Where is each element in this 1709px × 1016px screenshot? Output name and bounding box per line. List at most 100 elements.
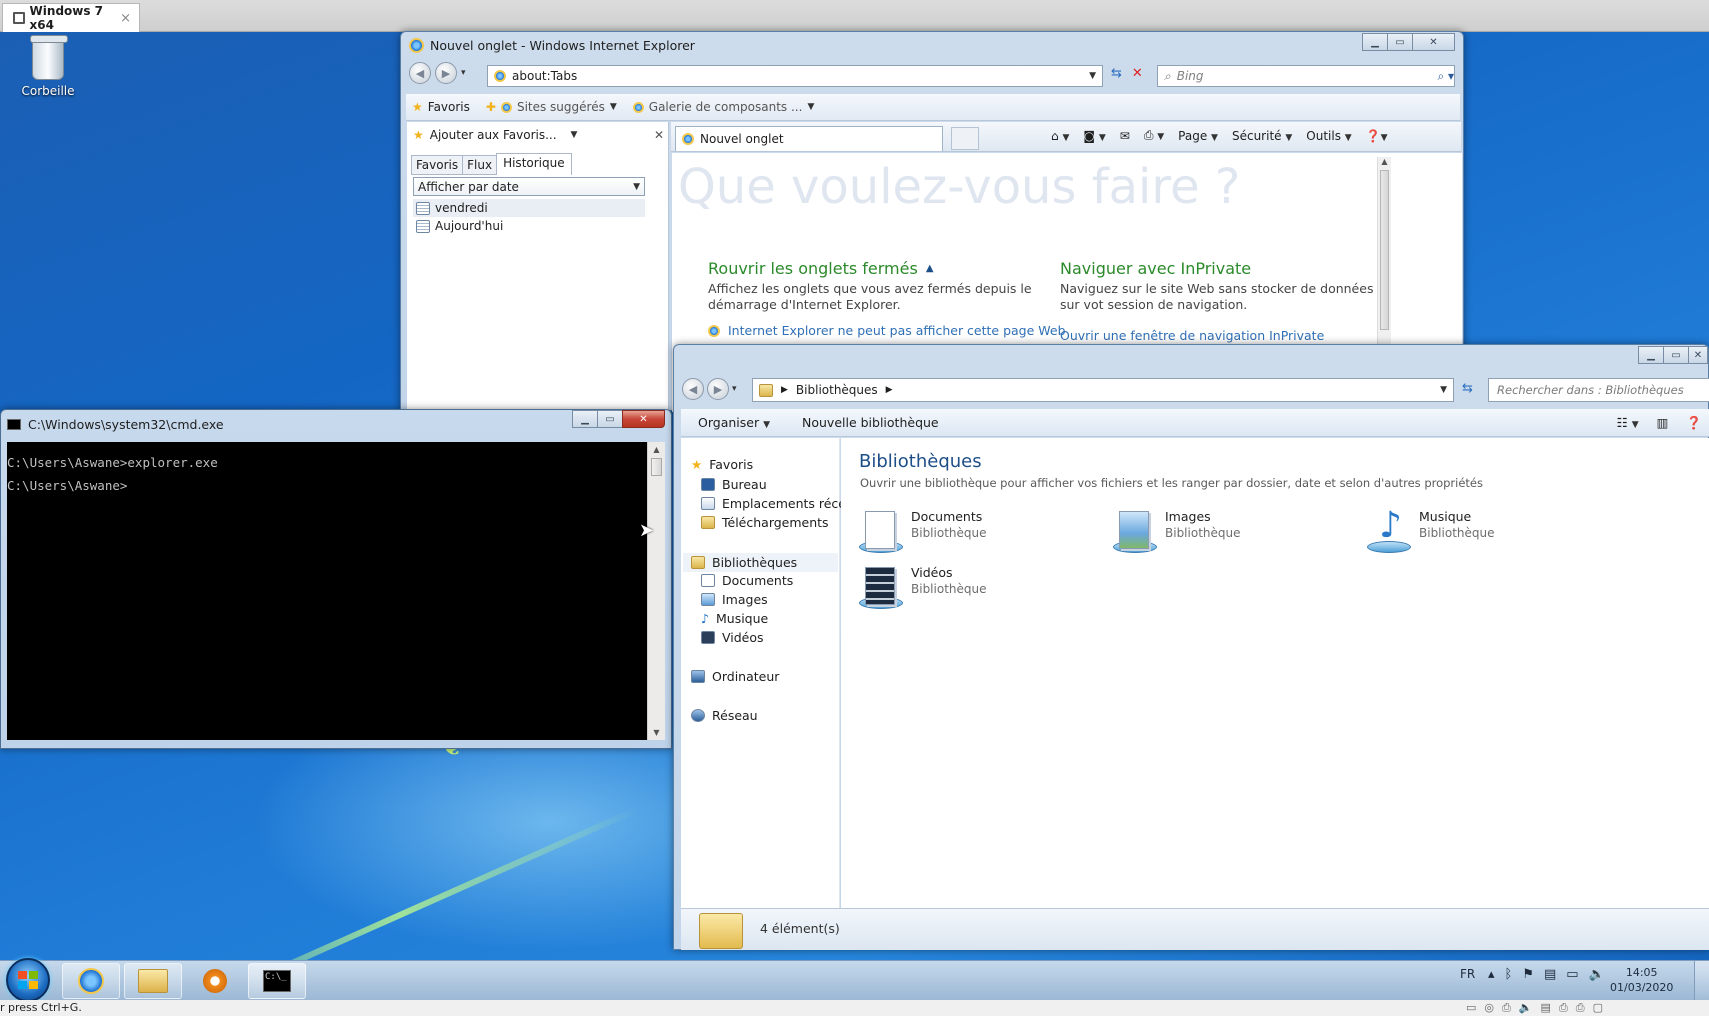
hdd-icon[interactable]: ▭	[1466, 1000, 1476, 1016]
search-go-icon[interactable]: ⌕ ▾	[1437, 69, 1454, 84]
power-icon[interactable]: ▭	[1566, 967, 1578, 982]
breadcrumb-arrow-icon[interactable]: ▶	[886, 385, 893, 395]
nav-images[interactable]: Images	[701, 592, 768, 607]
nav-desktop[interactable]: Bureau	[701, 477, 767, 492]
printer-icon[interactable]: ⎙	[1559, 1000, 1568, 1016]
security-menu[interactable]: Sécurité ▼	[1232, 129, 1292, 143]
add-to-favorites-button[interactable]: ★ Ajouter aux Favoris... ▼	[413, 128, 577, 142]
nav-downloads[interactable]: Téléchargements	[701, 515, 829, 530]
ie-search-box[interactable]: ⌕ Bing ⌕ ▾	[1157, 65, 1455, 87]
reopen-tabs-title[interactable]: Rouvrir les onglets fermés ▲	[708, 259, 934, 278]
library-images[interactable]: Images Bibliothèque	[1113, 509, 1241, 553]
library-music[interactable]: ♪ Musique Bibliothèque	[1367, 505, 1495, 553]
explorer-forward-button[interactable]: ▶	[707, 378, 729, 400]
library-videos[interactable]: Vidéos Bibliothèque	[859, 565, 987, 609]
nav-documents[interactable]: Documents	[701, 573, 793, 588]
organize-button[interactable]: Organiser ▼	[698, 415, 770, 430]
breadcrumb-arrow-icon[interactable]: ▶	[781, 385, 788, 395]
nav-music[interactable]: ♪ Musique	[701, 611, 768, 626]
help-icon[interactable]: ❓	[1686, 415, 1702, 431]
ie-address-bar[interactable]: about:Tabs ▼	[487, 65, 1103, 87]
explorer-back-button[interactable]: ◀	[682, 378, 704, 400]
view-by-select[interactable]: Afficher par date ▼	[413, 177, 645, 196]
gallery-button[interactable]: Galerie de composants ... ▼	[632, 100, 814, 114]
taskbar-explorer-button[interactable]	[124, 963, 182, 999]
taskbar-media-player-button[interactable]	[186, 963, 244, 999]
nav-favorites[interactable]: ★ Favoris	[691, 457, 753, 472]
taskbar-ie-button[interactable]	[62, 963, 120, 999]
home-icon[interactable]: ⌂ ▼	[1051, 129, 1069, 143]
start-button[interactable]	[6, 958, 50, 1002]
ie-recent-pages-dropdown[interactable]: ▾	[461, 68, 466, 78]
cmd-close-button[interactable]: ✕	[622, 410, 665, 428]
explorer-minimize-button[interactable]: ▁	[1638, 346, 1664, 364]
clock[interactable]: 14:05 01/03/2020	[1610, 965, 1673, 995]
cd-icon[interactable]: ◎	[1484, 1000, 1494, 1016]
recycle-bin[interactable]: Corbeille	[16, 35, 80, 98]
printer-icon[interactable]: ⎙	[1576, 1000, 1585, 1016]
nav-videos[interactable]: Vidéos	[701, 630, 764, 645]
show-desktop-button[interactable]	[1694, 961, 1709, 1001]
feeds-icon[interactable]: ◙ ▼	[1083, 129, 1105, 143]
ie-forward-button[interactable]: ▶	[435, 62, 457, 84]
mail-icon[interactable]: ✉	[1120, 129, 1130, 143]
nav-recent-places[interactable]: Emplacements récer	[701, 496, 851, 511]
tab-historique[interactable]: Historique	[496, 153, 572, 175]
new-library-button[interactable]: Nouvelle bibliothèque	[802, 415, 939, 430]
favorites-button[interactable]: ★ Favoris	[412, 100, 470, 114]
new-tab-button[interactable]	[951, 127, 979, 150]
volume-icon[interactable]: 🔈	[1589, 967, 1605, 982]
explorer-maximize-button[interactable]: ▭	[1663, 346, 1689, 364]
ie-back-button[interactable]: ◀	[409, 62, 431, 84]
network-adapter-icon[interactable]: ▤	[1541, 1000, 1551, 1016]
ie-close-button[interactable]: ✕	[1412, 33, 1455, 51]
explorer-recent-dropdown[interactable]: ▾	[732, 384, 737, 394]
print-icon[interactable]: ⎙ ▼	[1144, 128, 1164, 143]
network-status-icon[interactable]: ▤	[1544, 967, 1556, 982]
preview-pane-icon[interactable]: ▥	[1657, 415, 1669, 430]
refresh-icon[interactable]: ⇆	[1462, 381, 1473, 396]
nav-network[interactable]: Réseau	[691, 708, 758, 723]
show-hidden-icons-icon[interactable]: ▴	[1488, 967, 1495, 982]
tab-favoris[interactable]: Favoris	[411, 155, 464, 175]
nav-computer[interactable]: Ordinateur	[691, 669, 779, 684]
cmd-console[interactable]: C:\Users\Aswane>explorer.exe C:\Users\Asw…	[7, 442, 647, 740]
language-indicator[interactable]: FR	[1460, 967, 1475, 981]
history-item[interactable]: Aujourd'hui	[413, 217, 645, 235]
cmd-scrollbar-thumb[interactable]	[651, 458, 662, 476]
usb-icon[interactable]: ⎙	[1502, 1000, 1511, 1016]
history-item[interactable]: vendredi	[413, 199, 645, 217]
scrollbar-thumb[interactable]	[1380, 170, 1389, 330]
tab-flux[interactable]: Flux	[462, 155, 498, 175]
pane-close-icon[interactable]: ✕	[654, 128, 664, 142]
inprivate-title[interactable]: Naviguer avec InPrivate	[1060, 259, 1251, 278]
message-icon[interactable]: ▢	[1593, 1000, 1603, 1016]
page-menu[interactable]: Page ▼	[1178, 129, 1218, 143]
change-view-icon[interactable]: ☷ ▼	[1617, 415, 1639, 430]
ie-maximize-button[interactable]: ▭	[1387, 33, 1413, 51]
taskbar-cmd-button[interactable]: C:\_	[248, 963, 306, 999]
address-dropdown-icon[interactable]: ▼	[1440, 385, 1447, 395]
vm-tab-close-button[interactable]: ×	[120, 11, 131, 26]
action-center-icon[interactable]: ⚑	[1522, 967, 1534, 982]
vm-tab[interactable]: Windows 7 x64 ×	[2, 3, 140, 32]
ie-address-dropdown[interactable]: ▼	[1089, 71, 1096, 81]
stop-icon[interactable]: ✕	[1132, 66, 1143, 81]
breadcrumb[interactable]: Bibliothèques	[796, 383, 878, 397]
tab-nouvel-onglet[interactable]: Nouvel onglet	[675, 126, 943, 151]
bluetooth-icon[interactable]: ᛒ	[1505, 967, 1513, 982]
reopen-tab-link[interactable]: Internet Explorer ne peut pas afficher c…	[708, 323, 1066, 338]
explorer-close-button[interactable]: ✕	[1688, 346, 1708, 364]
cmd-scrollbar[interactable]: ▲ ▼	[647, 442, 665, 740]
explorer-search-box[interactable]: Rechercher dans : Bibliothèques	[1488, 378, 1709, 402]
inprivate-link[interactable]: Ouvrir une fenêtre de navigation InPriva…	[1060, 328, 1324, 343]
library-documents[interactable]: Documents Bibliothèque	[859, 509, 987, 553]
nav-libraries[interactable]: Bibliothèques	[683, 553, 838, 572]
sound-icon[interactable]: 🔈	[1519, 1000, 1533, 1016]
explorer-address-bar[interactable]: ▶ Bibliothèques ▶ ▼	[752, 378, 1454, 402]
tools-menu[interactable]: Outils ▼	[1306, 129, 1351, 143]
ie-address-text[interactable]: about:Tabs	[512, 69, 577, 83]
ie-minimize-button[interactable]: ▁	[1362, 33, 1388, 51]
refresh-icon[interactable]: ⇆	[1111, 66, 1122, 81]
suggested-sites-button[interactable]: ✚ Sites suggérés ▼	[486, 100, 617, 114]
